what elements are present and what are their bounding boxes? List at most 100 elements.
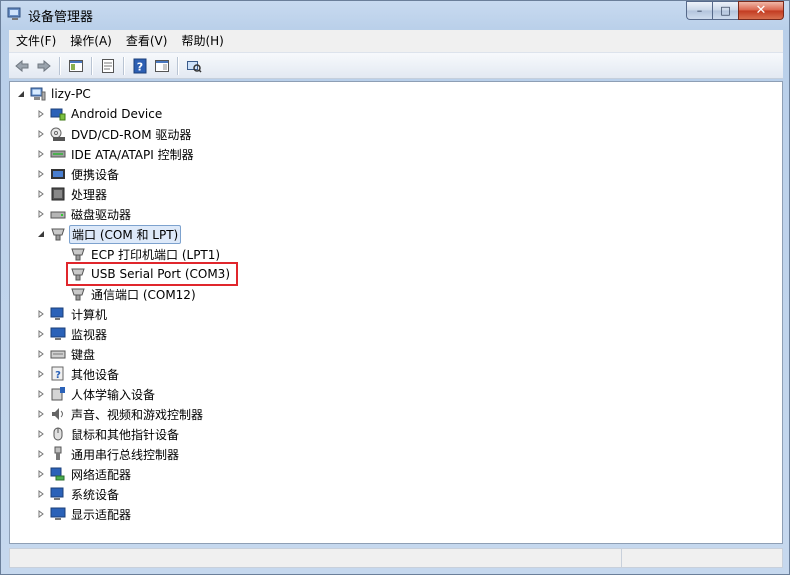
hid-icon	[50, 386, 66, 402]
expand-arrow-icon[interactable]	[36, 409, 46, 419]
tree-node-label: 端口 (COM 和 LPT)	[69, 224, 182, 244]
expand-arrow-icon[interactable]	[36, 509, 46, 519]
status-bar	[9, 548, 783, 568]
tree-item-hid[interactable]: 人体学输入设备	[36, 384, 157, 404]
tree-node-label: 声音、视频和游戏控制器	[71, 407, 204, 422]
tree-node-label: 系统设备	[71, 487, 120, 502]
ide-controller-icon	[50, 146, 66, 162]
menu-action[interactable]: 操作(A)	[63, 31, 119, 51]
expand-arrow-icon[interactable]	[36, 189, 46, 199]
tree-node-label: 处理器	[71, 187, 108, 202]
processor-icon	[50, 186, 66, 202]
expand-arrow-icon[interactable]	[36, 369, 46, 379]
menu-view[interactable]: 查看(V)	[119, 31, 175, 51]
back-button[interactable]	[11, 55, 33, 77]
tree-item-display-adapters[interactable]: 显示适配器	[36, 504, 133, 524]
tree-item-system-devices[interactable]: 系统设备	[36, 484, 121, 504]
computer-icon	[30, 86, 46, 102]
help-button[interactable]: ?	[129, 55, 151, 77]
tree-node-label: 便携设备	[71, 167, 120, 182]
tree-root[interactable]: lizy-PC	[16, 84, 93, 104]
monitor-icon	[50, 326, 66, 342]
properties-button[interactable]	[97, 55, 119, 77]
tree-item-ide-controller[interactable]: IDE ATA/ATAPI 控制器	[36, 144, 196, 164]
expand-arrow-icon[interactable]	[36, 129, 46, 139]
console-tree-button[interactable]	[151, 55, 173, 77]
toolbar-separator	[59, 56, 61, 75]
tree-item-other-devices[interactable]: ? 其他设备	[36, 364, 121, 384]
expand-arrow-icon[interactable]	[36, 149, 46, 159]
back-icon	[15, 59, 29, 72]
toolbar-separator	[91, 56, 93, 75]
close-button[interactable]: ✕	[738, 1, 784, 20]
annotation-highlight-box	[66, 262, 238, 286]
tree-item-usb-controllers[interactable]: 通用串行总线控制器	[36, 444, 181, 464]
properties-icon	[102, 58, 114, 73]
mouse-icon	[50, 426, 66, 442]
tree-item-dvd-cdrom[interactable]: DVD/CD-ROM 驱动器	[36, 124, 193, 144]
tree-item-keyboards[interactable]: 键盘	[36, 344, 97, 364]
tree-item-sound-video-game[interactable]: 声音、视频和游戏控制器	[36, 404, 205, 424]
minimize-button[interactable]: –	[686, 1, 712, 20]
tree-item-mice[interactable]: 鼠标和其他指针设备	[36, 424, 181, 444]
svg-text:?: ?	[55, 370, 61, 381]
tree-item-disk-drives[interactable]: 磁盘驱动器	[36, 204, 133, 224]
tree-item-computer[interactable]: 计算机	[36, 304, 109, 324]
tree-node-label: 计算机	[71, 307, 108, 322]
port-icon	[50, 226, 66, 242]
show-hide-tree-icon	[69, 59, 83, 72]
toolbar-separator	[123, 56, 125, 75]
disk-drive-icon	[50, 206, 66, 222]
expand-arrow-icon[interactable]	[36, 429, 46, 439]
title-bar[interactable]: 设备管理器 – □ ✕	[1, 1, 789, 29]
tree-item-processors[interactable]: 处理器	[36, 184, 109, 204]
network-adapter-icon	[50, 466, 66, 482]
tree-item-communications-port[interactable]: 通信端口 (COM12)	[70, 284, 198, 304]
tree-node-label: DVD/CD-ROM 驱动器	[71, 127, 192, 142]
tree-node-label: IDE ATA/ATAPI 控制器	[71, 147, 194, 162]
tree-item-ecp-printer-port[interactable]: ECP 打印机端口 (LPT1)	[70, 244, 222, 264]
tree-node-label: 磁盘驱动器	[71, 207, 132, 222]
collapse-arrow-icon[interactable]	[36, 229, 46, 239]
show-hide-tree-button[interactable]	[65, 55, 87, 77]
portable-device-icon	[50, 166, 66, 182]
tree-node-label: 人体学输入设备	[71, 387, 156, 402]
expand-arrow-icon[interactable]	[36, 389, 46, 399]
menu-help[interactable]: 帮助(H)	[174, 31, 230, 51]
expand-arrow-icon[interactable]	[36, 309, 46, 319]
forward-button[interactable]	[33, 55, 55, 77]
expand-arrow-icon[interactable]	[36, 489, 46, 499]
speaker-icon	[50, 406, 66, 422]
port-icon	[70, 286, 86, 302]
tree-node-label: 监视器	[71, 327, 108, 342]
scan-hardware-button[interactable]	[183, 55, 205, 77]
tree-node-label: 通信端口 (COM12)	[91, 287, 196, 302]
expand-arrow-icon[interactable]	[36, 169, 46, 179]
usb-icon	[50, 446, 66, 462]
toolbar: ?	[9, 52, 783, 79]
expand-arrow-icon[interactable]	[36, 109, 46, 119]
system-device-icon	[50, 486, 66, 502]
device-manager-window: 设备管理器 – □ ✕ 文件(F) 操作(A) 查看(V) 帮助(H) ? li…	[0, 0, 790, 575]
expand-arrow-icon[interactable]	[36, 349, 46, 359]
menu-file[interactable]: 文件(F)	[9, 31, 63, 51]
expand-arrow-icon[interactable]	[36, 329, 46, 339]
maximize-button[interactable]: □	[712, 1, 738, 20]
collapse-arrow-icon[interactable]	[16, 89, 26, 99]
window-title: 设备管理器	[28, 10, 94, 25]
expand-arrow-icon[interactable]	[36, 209, 46, 219]
expand-arrow-icon[interactable]	[36, 469, 46, 479]
forward-icon	[37, 59, 51, 72]
tree-node-label: 通用串行总线控制器	[71, 447, 180, 462]
tree-item-network-adapters[interactable]: 网络适配器	[36, 464, 133, 484]
tree-item-ports[interactable]: 端口 (COM 和 LPT)	[36, 224, 182, 244]
device-tree[interactable]: lizy-PC Android Device DVD/CD-ROM 驱动器 ID…	[9, 81, 783, 544]
optical-drive-icon	[50, 126, 66, 142]
tree-node-label: 显示适配器	[71, 507, 132, 522]
tree-item-android-device[interactable]: Android Device	[36, 104, 164, 124]
tree-node-label: ECP 打印机端口 (LPT1)	[91, 247, 221, 262]
caption-buttons: – □ ✕	[686, 1, 784, 21]
tree-item-portable-devices[interactable]: 便携设备	[36, 164, 121, 184]
expand-arrow-icon[interactable]	[36, 449, 46, 459]
tree-item-monitors[interactable]: 监视器	[36, 324, 109, 344]
